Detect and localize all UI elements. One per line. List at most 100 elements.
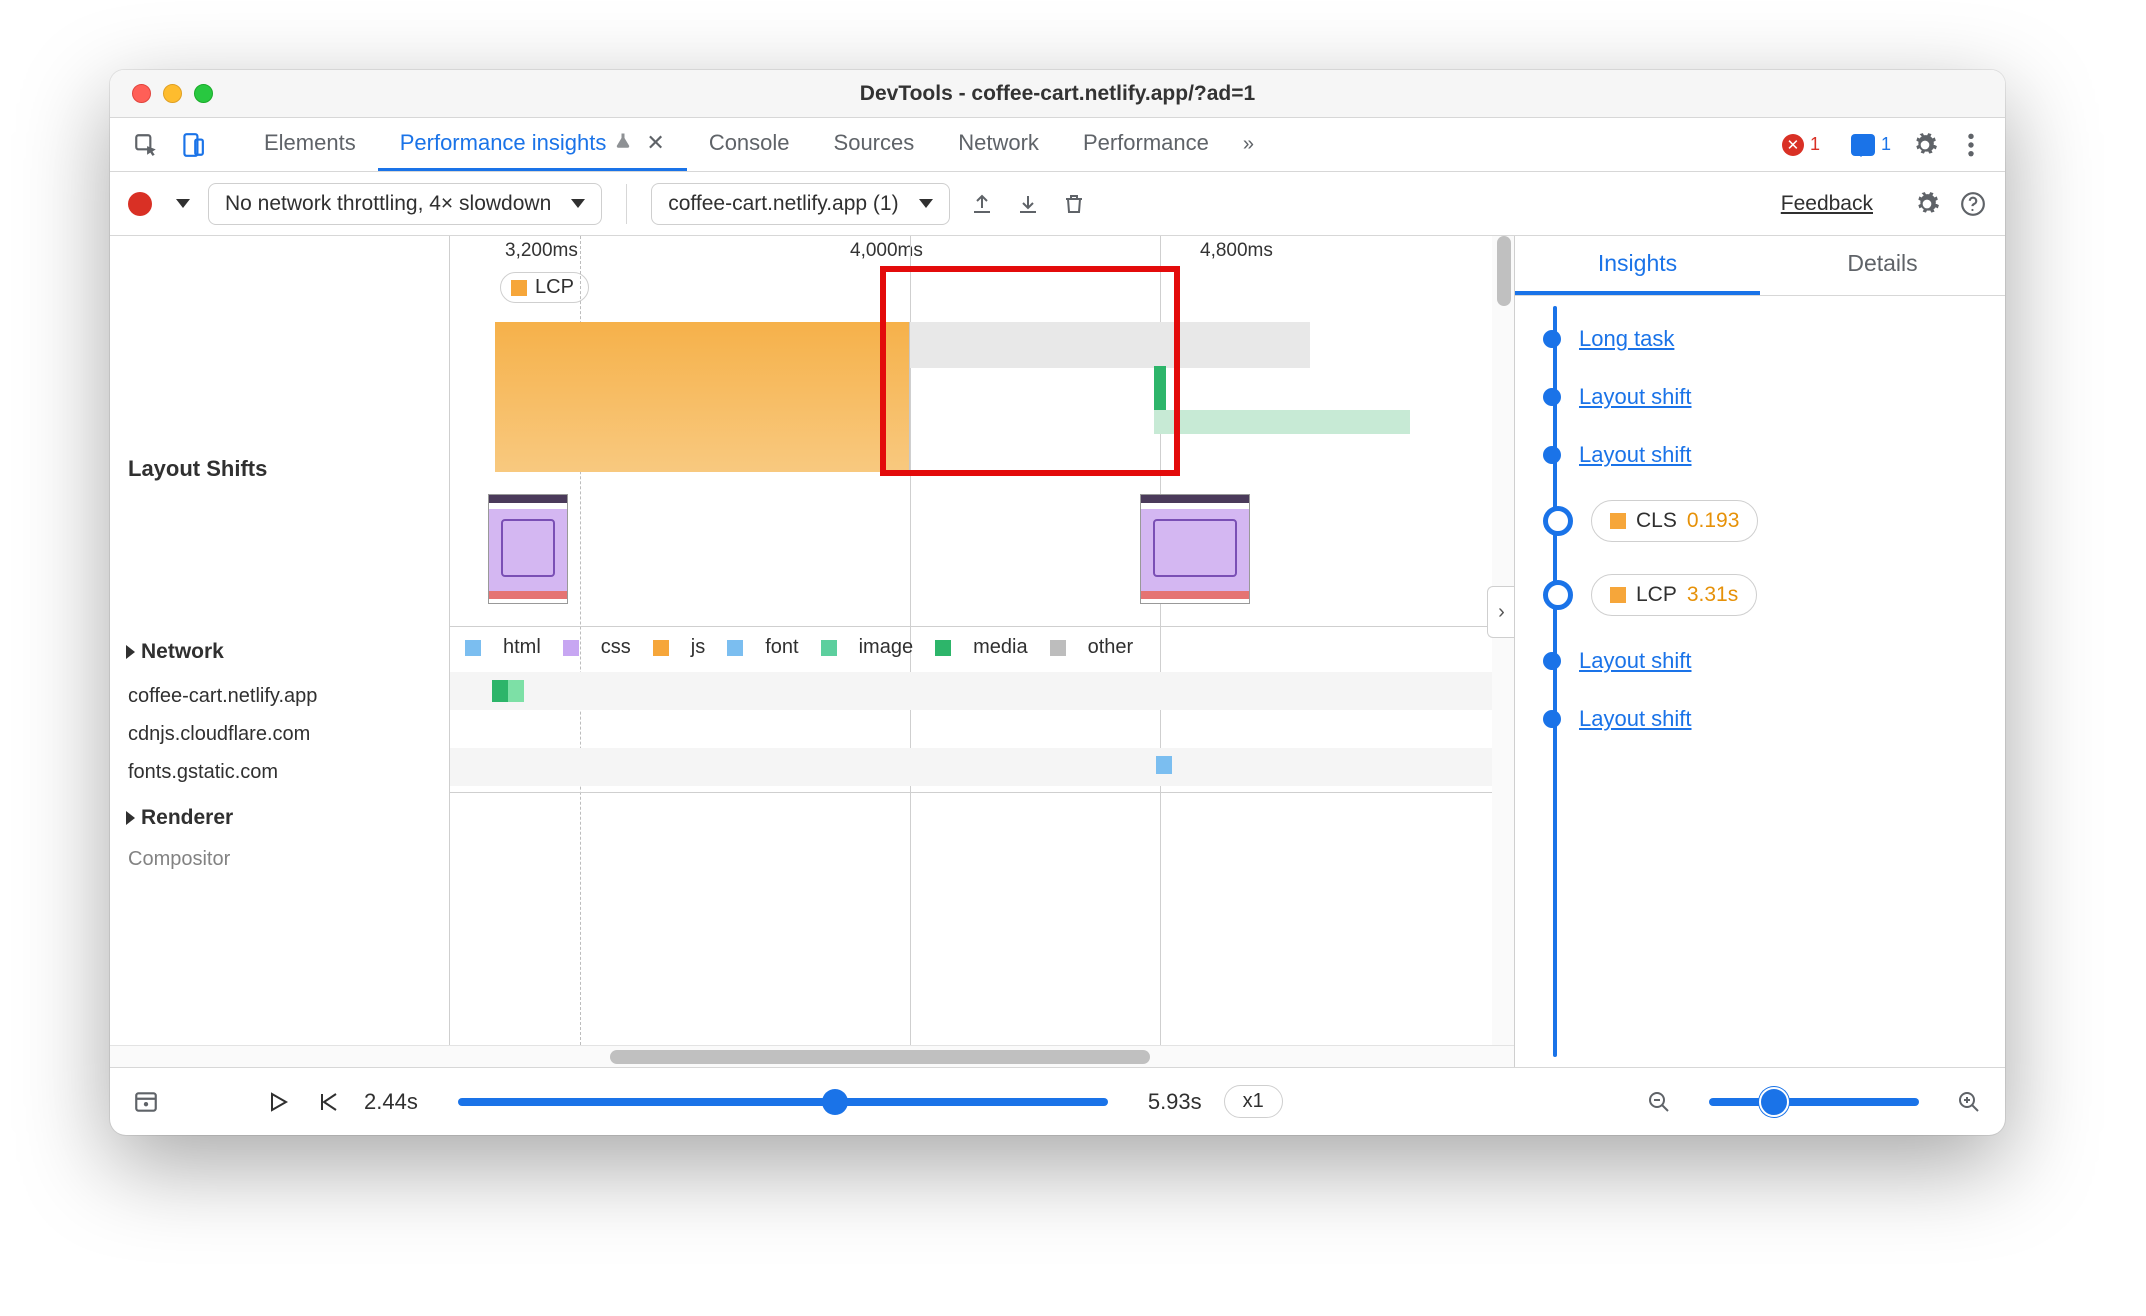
tab-network[interactable]: Network [936, 118, 1061, 171]
insight-link-layout-shift[interactable]: Layout shift [1579, 648, 1692, 674]
layout-shift-thumbnail[interactable] [1140, 494, 1250, 604]
insights-list[interactable]: Long task Layout shift Layout shift CLS … [1515, 296, 2005, 1067]
event-node-major-icon [1543, 580, 1573, 610]
vertical-scrollbar[interactable] [1492, 236, 1514, 1045]
collapse-sidebar-icon[interactable]: › [1487, 586, 1514, 638]
tab-insights[interactable]: Insights [1515, 236, 1760, 295]
track-divider [450, 792, 1492, 836]
rewind-icon[interactable] [314, 1088, 342, 1116]
cls-chip[interactable]: CLS 0.193 [1591, 500, 1758, 542]
legend-js-label: js [691, 636, 705, 659]
layout-shift-thumbnail[interactable] [488, 494, 568, 604]
timeline-rail [1553, 306, 1557, 1057]
error-icon: ✕ [1782, 134, 1804, 156]
section-renderer-label: Renderer [141, 806, 233, 830]
throttling-select[interactable]: No network throttling, 4× slowdown [208, 183, 602, 225]
event-node-icon [1543, 446, 1561, 464]
record-menu-icon[interactable] [176, 199, 190, 208]
time-slider[interactable] [458, 1098, 1108, 1106]
minimize-window-icon[interactable] [163, 84, 182, 103]
zoom-out-icon[interactable] [1645, 1088, 1673, 1116]
window-controls [132, 84, 213, 103]
help-icon[interactable] [1959, 190, 1987, 218]
kebab-menu-icon[interactable] [1957, 131, 1985, 159]
timeline-scroll[interactable]: 3,200ms 4,000ms 4,800ms LCP [110, 236, 1514, 1045]
scrollbar-thumb[interactable] [610, 1050, 1150, 1064]
insight-link-layout-shift[interactable]: Layout shift [1579, 706, 1692, 732]
insight-event-cls: CLS 0.193 [1543, 500, 1995, 542]
inspect-element-icon[interactable] [132, 131, 160, 159]
network-row-1[interactable] [450, 672, 1492, 710]
feedback-link[interactable]: Feedback [1781, 192, 1873, 216]
message-icon [1851, 134, 1875, 156]
ruler-tick-2: 4,000ms [850, 240, 923, 262]
insight-event: Layout shift [1543, 442, 1995, 468]
insight-link-layout-shift[interactable]: Layout shift [1579, 384, 1692, 410]
window-title: DevTools - coffee-cart.netlify.app/?ad=1 [110, 82, 2005, 106]
tab-performance-insights[interactable]: Performance insights ✕ [378, 118, 687, 171]
delete-icon[interactable] [1060, 190, 1088, 218]
message-count: 1 [1881, 134, 1891, 155]
horizontal-scrollbar[interactable] [110, 1045, 1514, 1067]
device-toolbar-icon[interactable] [178, 131, 206, 159]
legend-css-label: css [601, 636, 631, 659]
request-block[interactable] [508, 680, 524, 702]
experiment-icon [614, 130, 632, 156]
lcp-value: 3.31s [1687, 583, 1738, 607]
request-block[interactable] [1156, 756, 1172, 774]
section-network-label: Network [141, 640, 224, 664]
tab-performance[interactable]: Performance [1061, 118, 1231, 171]
network-row-2[interactable] [450, 710, 1492, 748]
section-network-header[interactable]: Network [110, 630, 450, 674]
legend-js-icon [653, 640, 669, 656]
maximize-window-icon[interactable] [194, 84, 213, 103]
lcp-color-icon [511, 280, 527, 296]
insight-link-layout-shift[interactable]: Layout shift [1579, 442, 1692, 468]
export-icon[interactable] [968, 190, 996, 218]
record-button[interactable] [128, 192, 152, 216]
timeline-block-gray[interactable] [910, 322, 1310, 368]
section-renderer-header[interactable]: Renderer [110, 796, 450, 840]
chevron-down-icon [571, 199, 585, 208]
speed-pill[interactable]: x1 [1224, 1085, 1283, 1118]
error-badge[interactable]: ✕1 [1771, 131, 1831, 159]
timeline-pane: 3,200ms 4,000ms 4,800ms LCP [110, 236, 1515, 1067]
lcp-label: LCP [1636, 583, 1677, 607]
play-icon[interactable] [264, 1088, 292, 1116]
close-tab-icon[interactable]: ✕ [646, 130, 664, 156]
request-block[interactable] [492, 680, 508, 702]
caret-right-icon [126, 811, 135, 825]
close-window-icon[interactable] [132, 84, 151, 103]
tab-elements[interactable]: Elements [242, 118, 378, 171]
timeline-block-green-strip[interactable] [1154, 366, 1166, 410]
panel-settings-icon[interactable] [1913, 190, 1941, 218]
import-icon[interactable] [1014, 190, 1042, 218]
ruler-tick-1: 3,200ms [505, 240, 578, 262]
tab-console[interactable]: Console [687, 118, 812, 171]
host-1-label: coffee-cart.netlify.app [110, 677, 450, 716]
network-row-3[interactable] [450, 748, 1492, 786]
slider-knob[interactable] [1759, 1087, 1789, 1117]
tab-details-label: Details [1847, 250, 1917, 277]
event-node-icon [1543, 330, 1561, 348]
zoom-in-icon[interactable] [1955, 1088, 1983, 1116]
legend-media-icon [935, 640, 951, 656]
messages-badge[interactable]: 1 [1841, 132, 1901, 158]
lcp-chip[interactable]: LCP 3.31s [1591, 574, 1757, 616]
caret-right-icon [126, 645, 135, 659]
time-end: 5.93s [1148, 1089, 1202, 1115]
tab-sources[interactable]: Sources [812, 118, 937, 171]
slider-knob[interactable] [822, 1089, 848, 1115]
tab-details[interactable]: Details [1760, 236, 2005, 295]
zoom-slider[interactable] [1709, 1098, 1919, 1106]
scrollbar-thumb[interactable] [1497, 236, 1511, 306]
settings-icon[interactable] [1911, 131, 1939, 159]
more-tabs-icon[interactable]: » [1243, 133, 1254, 156]
insight-link-long-task[interactable]: Long task [1579, 326, 1674, 352]
timeline-block-orange[interactable] [495, 322, 910, 472]
insight-event: Layout shift [1543, 384, 1995, 410]
lcp-marker[interactable]: LCP [500, 272, 589, 303]
recording-select[interactable]: coffee-cart.netlify.app (1) [651, 183, 949, 225]
screenshot-toggle-icon[interactable] [132, 1088, 160, 1116]
timeline-block-green[interactable] [1154, 410, 1410, 434]
